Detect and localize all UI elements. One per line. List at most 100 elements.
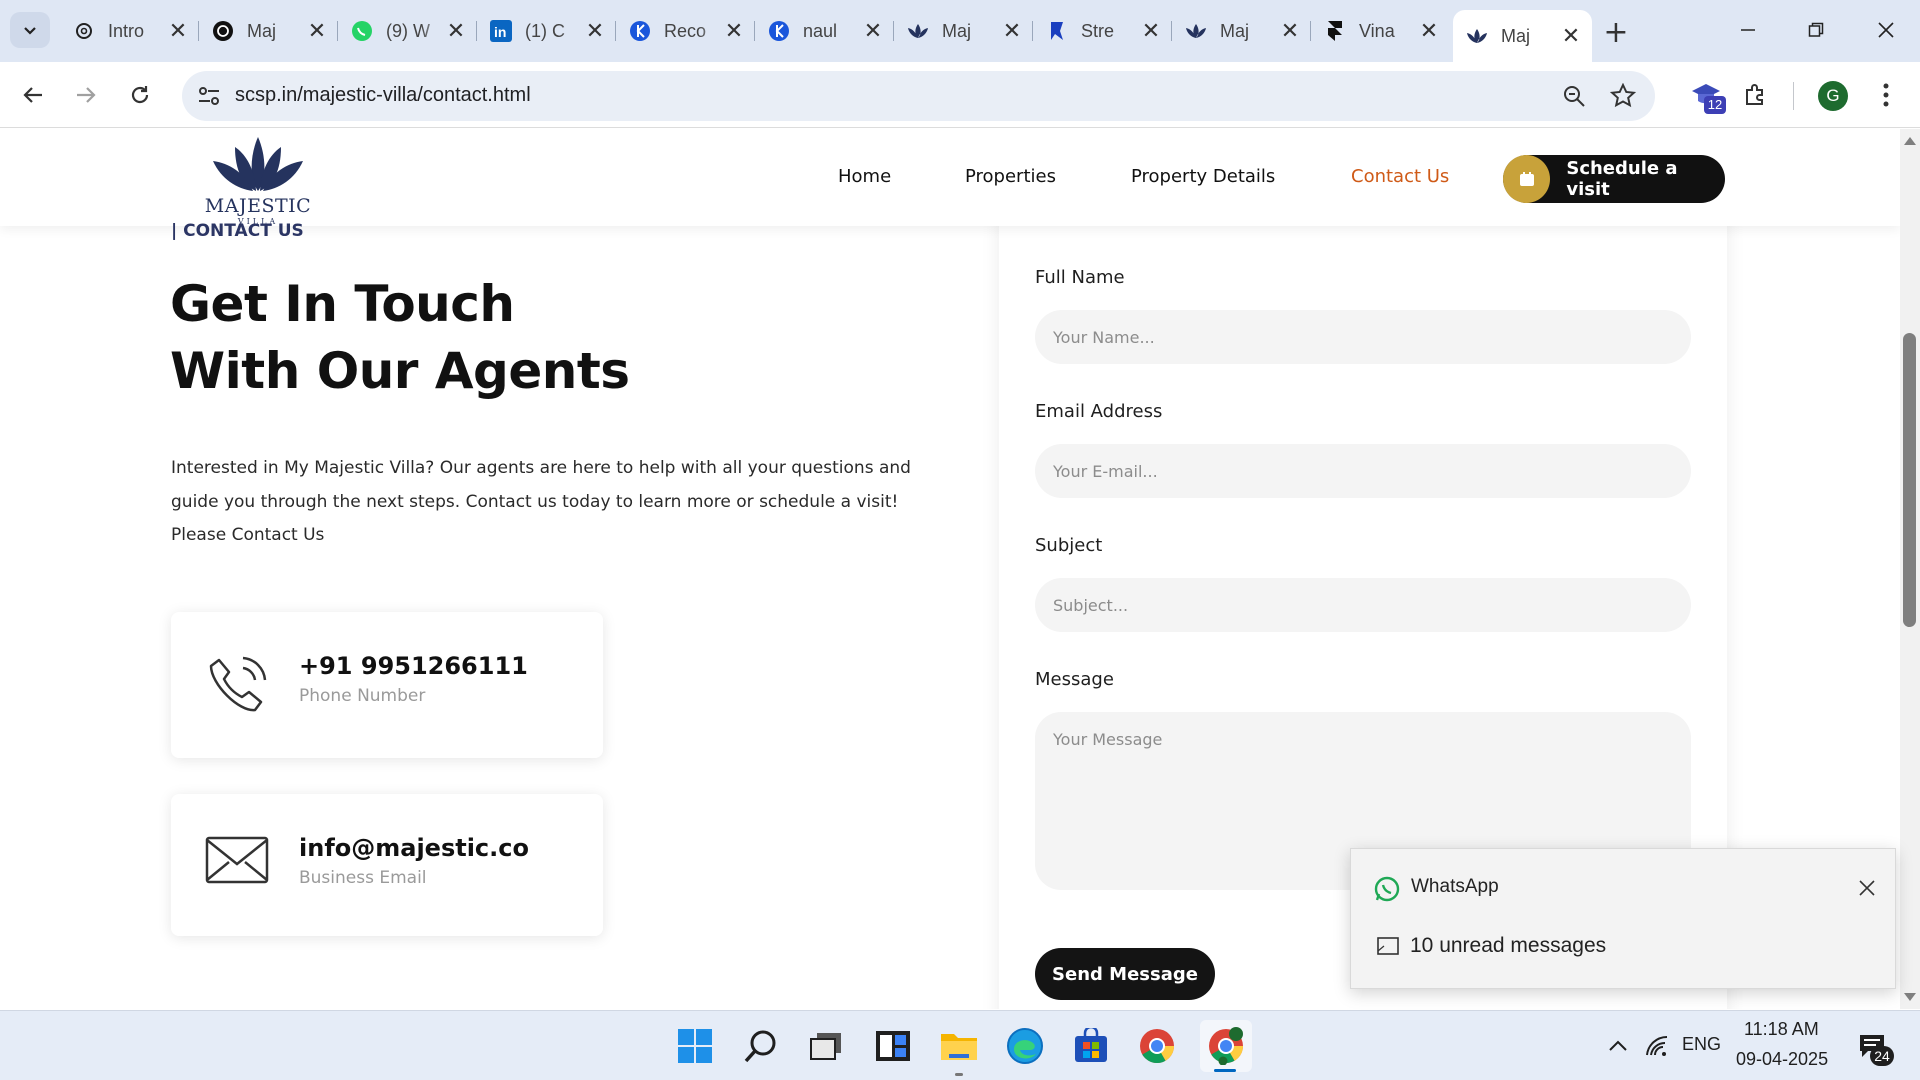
edge-icon bbox=[1007, 1028, 1043, 1064]
profile-avatar[interactable]: G bbox=[1818, 81, 1848, 111]
message-icon bbox=[1377, 937, 1399, 955]
business-email[interactable]: info@majestic.co bbox=[299, 834, 529, 862]
close-tab-icon[interactable]: ✕ bbox=[445, 18, 467, 43]
arrow-left-icon bbox=[23, 87, 42, 103]
chrome-profile-button[interactable] bbox=[1200, 1020, 1252, 1072]
phone-number[interactable]: +91 9951266111 bbox=[299, 652, 528, 680]
language-indicator[interactable]: ENG bbox=[1682, 1034, 1721, 1055]
show-hidden-icons-button[interactable] bbox=[1596, 1024, 1640, 1068]
store-button[interactable] bbox=[1069, 1024, 1113, 1068]
restore-button[interactable] bbox=[1786, 8, 1846, 52]
site-header: MAJESTIC VILLA Home Properties Property … bbox=[0, 129, 1900, 226]
browser-tab[interactable]: Maj ✕ bbox=[1172, 10, 1311, 52]
site-info-icon[interactable] bbox=[197, 85, 221, 107]
email-caption: Business Email bbox=[299, 868, 427, 888]
chrome-button[interactable] bbox=[1135, 1024, 1179, 1068]
browser-tab[interactable]: Maj ✕ bbox=[199, 10, 338, 52]
file-explorer-button[interactable] bbox=[937, 1024, 981, 1076]
close-tab-icon[interactable]: ✕ bbox=[584, 18, 606, 43]
browser-tab[interactable]: in (1) C ✕ bbox=[477, 10, 616, 52]
edge-button[interactable] bbox=[1003, 1024, 1047, 1068]
close-tab-icon[interactable]: ✕ bbox=[1418, 18, 1440, 43]
page-scrollbar[interactable] bbox=[1900, 129, 1920, 1009]
chrome-profile-icon bbox=[1209, 1027, 1243, 1065]
tab-title: Reco bbox=[664, 20, 707, 41]
lotus-icon bbox=[1465, 24, 1489, 48]
notification-center-button[interactable]: 24 bbox=[1850, 1024, 1894, 1068]
browser-tab[interactable]: (9) W ✕ bbox=[338, 10, 477, 52]
task-view-icon bbox=[810, 1033, 841, 1060]
arrow-right-icon bbox=[77, 87, 96, 103]
zoom-icon[interactable] bbox=[1562, 84, 1586, 108]
schedule-visit-button[interactable]: Schedule a visit bbox=[1503, 155, 1725, 203]
lotus-icon bbox=[906, 19, 930, 43]
task-view-button[interactable] bbox=[804, 1024, 848, 1068]
url-text[interactable]: scsp.in/majestic-villa/contact.html bbox=[235, 84, 531, 107]
browser-tab-active[interactable]: Maj ✕ bbox=[1453, 10, 1592, 62]
intro-line: Interested in My Majestic Villa? Our age… bbox=[171, 458, 911, 478]
email-card: info@majestic.co Business Email bbox=[171, 794, 603, 936]
reload-icon bbox=[131, 86, 149, 104]
close-tab-icon[interactable]: ✕ bbox=[862, 18, 884, 43]
taskbar-search-button[interactable] bbox=[739, 1024, 783, 1068]
nav-contact-us[interactable]: Contact Us bbox=[1351, 166, 1449, 187]
browser-tab[interactable]: Stre ✕ bbox=[1033, 10, 1172, 52]
full-name-input[interactable] bbox=[1035, 310, 1691, 364]
close-tab-icon[interactable]: ✕ bbox=[1001, 18, 1023, 43]
restore-icon bbox=[1808, 22, 1824, 37]
notification-message: 10 unread messages bbox=[1410, 934, 1607, 957]
minimize-button[interactable] bbox=[1718, 8, 1778, 52]
close-window-button[interactable] bbox=[1856, 8, 1916, 52]
email-input[interactable] bbox=[1035, 444, 1691, 498]
close-tab-icon[interactable]: ✕ bbox=[1560, 23, 1582, 48]
browser-tab[interactable]: Vina ✕ bbox=[1311, 10, 1450, 52]
clock-time[interactable]: 11:18 AM bbox=[1744, 1019, 1819, 1040]
close-tab-icon[interactable]: ✕ bbox=[1279, 18, 1301, 43]
browser-menu-button[interactable] bbox=[1866, 75, 1906, 115]
page-title: Get In Touch With Our Agents bbox=[170, 271, 630, 405]
browser-tab[interactable]: naul ✕ bbox=[755, 10, 894, 52]
extensions-button[interactable] bbox=[1735, 75, 1775, 115]
schedule-visit-label: Schedule a visit bbox=[1566, 158, 1678, 200]
start-button[interactable] bbox=[673, 1024, 717, 1068]
close-tab-icon[interactable]: ✕ bbox=[306, 18, 328, 43]
tab-search-button[interactable] bbox=[10, 12, 50, 48]
intro-line: guide you through the next steps. Contac… bbox=[171, 491, 899, 512]
scrollbar-thumb[interactable] bbox=[1903, 333, 1916, 627]
search-icon bbox=[744, 1030, 776, 1063]
close-icon[interactable] bbox=[1859, 880, 1875, 896]
bookmark-star-icon[interactable] bbox=[1610, 83, 1636, 109]
browser-tab[interactable]: Reco ✕ bbox=[616, 10, 755, 52]
site-logo[interactable]: MAJESTIC VILLA bbox=[200, 133, 316, 226]
tab-title: naul bbox=[803, 20, 838, 41]
close-tab-icon[interactable]: ✕ bbox=[167, 18, 189, 43]
calendar-icon bbox=[1503, 155, 1551, 203]
close-tab-icon[interactable]: ✕ bbox=[1140, 18, 1162, 43]
subject-input[interactable] bbox=[1035, 578, 1691, 632]
subject-label: Subject bbox=[1035, 535, 1103, 556]
new-tab-button[interactable]: + bbox=[1598, 14, 1634, 50]
minimize-icon bbox=[1741, 29, 1755, 31]
send-message-button[interactable]: Send Message bbox=[1035, 948, 1215, 1000]
widgets-button[interactable] bbox=[871, 1024, 915, 1068]
address-bar[interactable]: scsp.in/majestic-villa/contact.html bbox=[182, 71, 1655, 121]
chatgpt-icon bbox=[72, 19, 96, 43]
extension-button[interactable]: 12 bbox=[1690, 79, 1726, 114]
browser-tab[interactable]: Intro ✕ bbox=[60, 10, 199, 52]
nav-home[interactable]: Home bbox=[838, 166, 891, 187]
whatsapp-notification[interactable]: WhatsApp 10 unread messages bbox=[1350, 848, 1896, 989]
nav-properties[interactable]: Properties bbox=[965, 166, 1056, 187]
wifi-button[interactable] bbox=[1635, 1024, 1679, 1068]
close-tab-icon[interactable]: ✕ bbox=[723, 18, 745, 43]
browser-tab[interactable]: Maj ✕ bbox=[894, 10, 1033, 52]
scroll-up-arrow-icon[interactable] bbox=[1904, 137, 1916, 145]
reload-button[interactable] bbox=[120, 75, 160, 115]
scroll-down-arrow-icon[interactable] bbox=[1904, 993, 1916, 1001]
back-button[interactable] bbox=[13, 75, 53, 115]
section-eyebrow: | CONTACT US bbox=[171, 221, 304, 241]
clock-date[interactable]: 09-04-2025 bbox=[1736, 1049, 1828, 1070]
chevron-down-icon bbox=[24, 27, 36, 35]
nav-property-details[interactable]: Property Details bbox=[1131, 166, 1275, 187]
phone-card: +91 9951266111 Phone Number bbox=[171, 612, 603, 758]
forward-button[interactable] bbox=[66, 75, 106, 115]
